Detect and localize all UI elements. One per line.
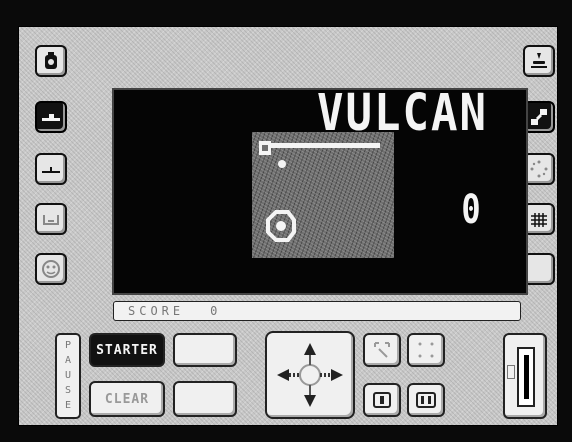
score-label: SCORE [128, 304, 185, 318]
clear-label: CLEAR [104, 391, 150, 407]
pause-letter: A [64, 355, 72, 367]
score-bar: SCORE 0 [113, 301, 521, 321]
paddle-bar [260, 143, 380, 148]
square-dots-icon [418, 342, 434, 358]
pause-button[interactable]: P A U S E [55, 333, 81, 419]
jar-icon [45, 52, 57, 69]
corner-dots-button[interactable] [363, 333, 401, 367]
slot-one-icon [373, 392, 391, 408]
pause-letter: E [64, 399, 72, 411]
figure-icon [531, 53, 547, 68]
lever-control[interactable] [503, 333, 547, 419]
octagon-center [276, 221, 286, 231]
playfield [252, 132, 394, 258]
slot-one-button[interactable] [363, 383, 401, 417]
start-label: STARTER [96, 342, 158, 358]
boat-button[interactable] [35, 101, 67, 133]
game-title: VULCAN [317, 83, 488, 143]
lever-notch [507, 365, 515, 379]
control-panel: VULCAN 0 SCORE 0 P A U S E STARTER CLEAR [18, 26, 558, 426]
pause-letter: P [64, 340, 72, 352]
dpad-arrows-icon [277, 343, 343, 407]
blank-bottom-button[interactable] [173, 381, 237, 417]
jar-button[interactable] [35, 45, 67, 77]
ground-button[interactable] [35, 153, 67, 185]
step-icon [531, 109, 547, 125]
face-icon [42, 260, 60, 278]
direction-pad[interactable] [265, 331, 355, 419]
lever-icon[interactable] [524, 355, 529, 399]
figure-button[interactable] [523, 45, 555, 77]
grid-icon [531, 213, 547, 227]
start-button[interactable]: STARTER [89, 333, 165, 367]
slot-two-icon [416, 392, 436, 408]
monitor-frame: VULCAN 0 SCORE 0 P A U S E STARTER CLEAR [0, 0, 572, 442]
blank-top-button[interactable] [173, 333, 237, 367]
clear-button[interactable]: CLEAR [89, 381, 165, 417]
ball [278, 160, 286, 168]
ground-icon [42, 167, 60, 173]
corner-dots-icon [374, 342, 390, 358]
score-value: 0 [210, 304, 218, 318]
square-dots-button[interactable] [407, 333, 445, 367]
blank-icon [527, 257, 551, 281]
pause-letter: S [64, 384, 72, 396]
playfield-graphics [259, 141, 380, 242]
container-icon [43, 215, 59, 225]
slot-two-button[interactable] [407, 383, 445, 417]
dots-circle-icon [530, 160, 548, 178]
face-button[interactable] [35, 253, 67, 285]
game-screen: VULCAN 0 [112, 88, 528, 295]
score-display: 0 [461, 185, 481, 233]
paddle-left-hole [262, 145, 268, 151]
lever-slot [517, 347, 535, 407]
boat-icon [42, 114, 60, 121]
container-button[interactable] [35, 203, 67, 235]
pause-letter: U [64, 369, 72, 381]
